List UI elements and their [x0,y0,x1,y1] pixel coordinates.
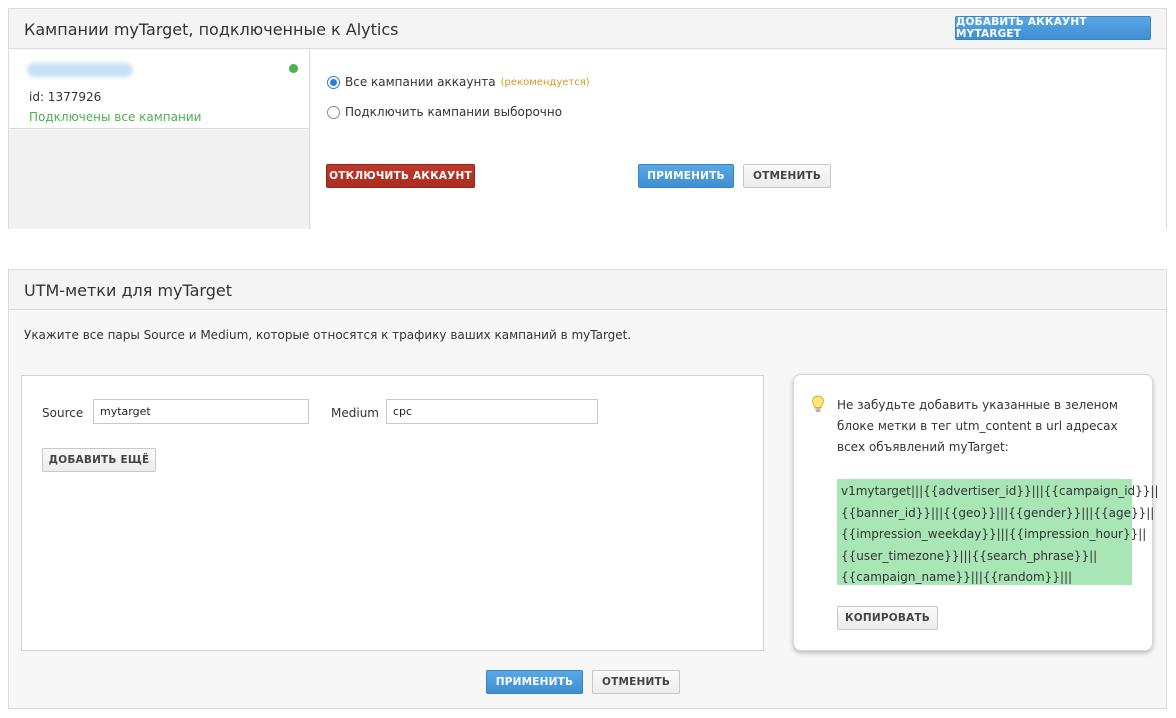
apply-button[interactable]: ПРИМЕНИТЬ [638,164,734,188]
radio-selective-campaigns[interactable]: Подключить кампании выборочно [327,105,562,119]
panel-header: Кампании myTarget, подключенные к Alytic… [9,9,1166,49]
utm-content-tip: Не забудьте добавить указанные в зеленом… [793,374,1159,651]
account-settings: Все кампании аккаунта (рекомендуется) По… [311,50,1166,229]
recommended-hint: (рекомендуется) [500,76,590,88]
utm-description: Укажите все пары Source и Medium, которы… [24,328,632,342]
panel-header: UTM-метки для myTarget [9,270,1166,310]
utm-line: {{banner_id}}|||{{geo}}|||{{gender}}|||{… [841,505,1155,520]
tip-text: Не забудьте добавить указанные в зеленом… [837,398,1118,454]
account-card[interactable]: id: 1377926 Подключены все кампании [9,50,309,129]
lightbulb-icon [811,395,825,412]
radio-checked-icon[interactable] [327,75,340,89]
account-list: id: 1377926 Подключены все кампании [9,50,310,229]
source-input[interactable] [93,399,309,424]
cancel-button[interactable]: ОТМЕНИТЬ [592,670,680,694]
source-label: Source [42,406,84,420]
add-mytarget-account-button[interactable]: ДОБАВИТЬ АККАУНТ MYTARGET [955,16,1151,40]
account-list-empty-area [9,130,309,229]
connected-campaigns-panel: Кампании myTarget, подключенные к Alytic… [8,8,1167,229]
radio-selective-label: Подключить кампании выборочно [345,105,563,119]
utm-line: v1mytarget|||{{advertiser_id}}|||{{campa… [841,484,1159,498]
medium-input[interactable] [386,399,598,424]
utm-line: {{impression_weekday}}|||{{impression_ho… [841,527,1147,541]
apply-button[interactable]: ПРИМЕНИТЬ [486,670,583,694]
utm-line: {{user_timezone}}|||{{search_phrase}}|| [841,548,1098,563]
utm-template-block: v1mytarget|||{{advertiser_id}}|||{{campa… [837,479,1159,585]
account-status: Подключены все кампании [29,110,202,124]
radio-unchecked-icon[interactable] [327,105,340,119]
medium-label: Medium [331,406,379,420]
source-medium-form: Source Medium ДОБАВИТЬ ЕЩЁ [21,375,764,651]
radio-all-label: Все кампании аккаунта [345,75,496,89]
panel-title: UTM-метки для myTarget [24,281,232,300]
utm-line: {{campaign_name}}|||{{random}}||| [841,570,1073,584]
utm-tags-panel: UTM-метки для myTarget Укажите все пары … [8,269,1167,709]
account-id: id: 1377926 [29,90,102,104]
panel-title: Кампании myTarget, подключенные к Alytic… [24,20,399,39]
disconnect-account-button[interactable]: ОТКЛЮЧИТЬ АККАУНТ [326,164,475,188]
copy-button[interactable]: КОПИРОВАТЬ [837,606,938,630]
status-dot-icon [289,64,298,73]
account-name-blurred [27,63,133,77]
cancel-button[interactable]: ОТМЕНИТЬ [743,164,831,188]
radio-all-campaigns[interactable]: Все кампании аккаунта (рекомендуется) [327,75,590,89]
add-more-button[interactable]: ДОБАВИТЬ ЕЩЁ [42,448,156,472]
